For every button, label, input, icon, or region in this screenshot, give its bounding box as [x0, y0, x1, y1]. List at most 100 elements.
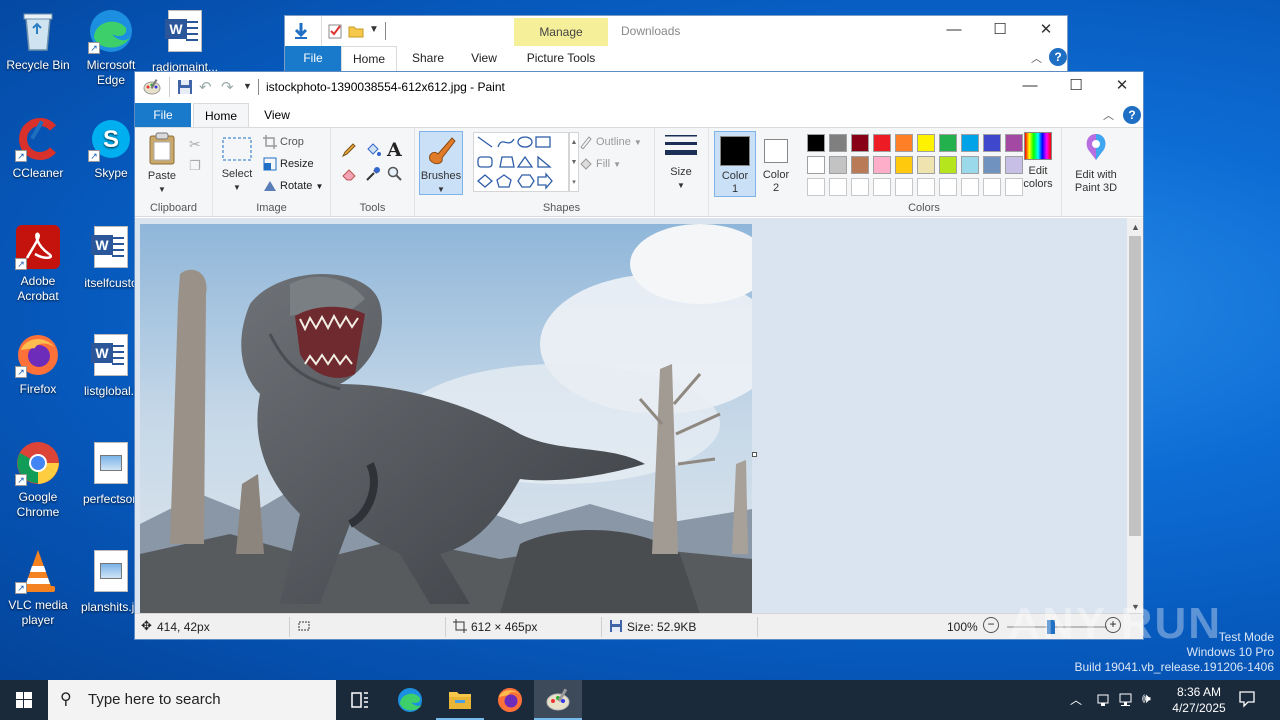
taskbar-clock[interactable]: 8:36 AM 4/27/2025: [1168, 684, 1230, 716]
taskbar-file-explorer[interactable]: [436, 680, 484, 720]
palette-color-swatch[interactable]: [895, 156, 913, 174]
start-button[interactable]: [0, 680, 48, 720]
custom-color-slot[interactable]: [873, 178, 891, 196]
palette-color-swatch[interactable]: [917, 134, 935, 152]
zoom-out-icon[interactable]: −: [983, 617, 999, 633]
pencil-icon[interactable]: [341, 142, 357, 161]
desktop-icon-google-chrome[interactable]: ↗ Google Chrome: [0, 440, 76, 520]
palette-color-swatch[interactable]: [873, 156, 891, 174]
customize-toolbar-chevron-icon[interactable]: ▼: [243, 81, 252, 91]
shapes-gallery[interactable]: [473, 132, 569, 192]
properties-check-icon[interactable]: [327, 23, 343, 42]
desktop-icon-vlc[interactable]: ↗ VLC media player: [0, 548, 76, 628]
resize-handle[interactable]: [752, 452, 757, 457]
taskbar-edge[interactable]: [386, 680, 434, 720]
explorer-minimize-button[interactable]: —: [931, 16, 977, 46]
network-icon[interactable]: [1118, 691, 1134, 710]
palette-color-swatch[interactable]: [851, 156, 869, 174]
edit-colors-button[interactable]: Edit colors: [1019, 132, 1057, 191]
palette-color-swatch[interactable]: [807, 134, 825, 152]
image-canvas[interactable]: [140, 224, 752, 614]
custom-color-slot[interactable]: [961, 178, 979, 196]
custom-color-slot[interactable]: [895, 178, 913, 196]
vertical-scrollbar[interactable]: ▲ ▼: [1127, 218, 1143, 614]
explorer-tab-share[interactable]: Share: [401, 46, 455, 72]
desktop-icon-firefox[interactable]: ↗ Firefox: [0, 332, 76, 397]
outline-button[interactable]: Outline ▼: [579, 132, 642, 152]
help-icon[interactable]: ?: [1123, 106, 1141, 124]
explorer-tab-picture-tools[interactable]: Picture Tools: [514, 46, 608, 72]
palette-color-swatch[interactable]: [983, 134, 1001, 152]
explorer-maximize-button[interactable]: ☐: [977, 16, 1023, 46]
palette-color-swatch[interactable]: [961, 156, 979, 174]
brushes-button[interactable]: Brushes ▼: [419, 131, 463, 195]
paint-minimize-button[interactable]: —: [1007, 72, 1053, 102]
fill-button[interactable]: Fill ▼: [579, 154, 621, 174]
properties-down-arrow-icon[interactable]: [293, 22, 309, 43]
custom-color-slot[interactable]: [983, 178, 1001, 196]
fill-bucket-icon[interactable]: [365, 142, 381, 161]
palette-color-swatch[interactable]: [829, 134, 847, 152]
customize-toolbar-chevron-icon[interactable]: ▼: [369, 24, 379, 35]
scroll-up-arrow-icon[interactable]: ▲: [1131, 222, 1140, 232]
shapes-gallery-scroll[interactable]: ▲ ▼ ▾: [569, 132, 579, 192]
palette-color-swatch[interactable]: [807, 156, 825, 174]
palette-color-swatch[interactable]: [917, 156, 935, 174]
task-view-button[interactable]: [336, 680, 384, 720]
action-center-icon[interactable]: [1238, 690, 1256, 711]
magnifier-icon[interactable]: [387, 166, 403, 185]
usb-device-icon[interactable]: [1096, 691, 1110, 710]
crop-button[interactable]: Crop: [263, 132, 304, 152]
paste-button[interactable]: Paste ▼: [141, 132, 183, 196]
custom-color-slot[interactable]: [917, 178, 935, 196]
resize-button[interactable]: Resize: [263, 154, 314, 174]
text-tool-icon[interactable]: A: [387, 139, 402, 161]
copy-icon[interactable]: ❐: [189, 158, 201, 174]
paint-tab-view[interactable]: View: [251, 103, 303, 127]
palette-color-swatch[interactable]: [939, 156, 957, 174]
select-button[interactable]: Select ▼: [219, 136, 255, 194]
custom-color-slot[interactable]: [939, 178, 957, 196]
color-picker-icon[interactable]: [365, 166, 381, 185]
taskbar-search-box[interactable]: ⚲ Type here to search: [48, 680, 336, 720]
save-icon[interactable]: [177, 79, 193, 98]
show-hidden-icons-chevron-icon[interactable]: ︿: [1070, 691, 1082, 708]
new-folder-icon[interactable]: [348, 23, 364, 42]
desktop-icon-ccleaner[interactable]: ↗ CCleaner: [0, 116, 76, 181]
palette-color-swatch[interactable]: [873, 134, 891, 152]
volume-icon[interactable]: 🕪: [1142, 690, 1151, 707]
rotate-button[interactable]: Rotate ▼: [263, 176, 323, 196]
color-2-button[interactable]: Color 2: [758, 131, 794, 197]
desktop-icon-radiomaint[interactable]: W radiomaint...: [147, 8, 223, 75]
taskbar-paint[interactable]: [534, 680, 582, 720]
paint-tab-home[interactable]: Home: [193, 103, 249, 127]
size-button[interactable]: Size ▼: [663, 132, 699, 192]
palette-color-swatch[interactable]: [895, 134, 913, 152]
canvas-area[interactable]: [135, 218, 1129, 614]
collapse-ribbon-chevron-icon[interactable]: ︿: [1031, 50, 1042, 66]
undo-icon[interactable]: ↶: [199, 78, 212, 96]
scrollbar-thumb[interactable]: [1129, 236, 1141, 536]
palette-color-swatch[interactable]: [961, 134, 979, 152]
palette-color-swatch[interactable]: [939, 134, 957, 152]
help-icon[interactable]: ?: [1049, 48, 1067, 66]
custom-color-slot[interactable]: [807, 178, 825, 196]
palette-color-swatch[interactable]: [851, 134, 869, 152]
taskbar-firefox[interactable]: [486, 680, 534, 720]
explorer-tab-view[interactable]: View: [457, 46, 511, 72]
redo-icon[interactable]: ↷: [221, 78, 234, 96]
explorer-tab-file[interactable]: File: [285, 46, 341, 72]
palette-color-swatch[interactable]: [983, 156, 1001, 174]
paint-close-button[interactable]: ✕: [1099, 72, 1145, 102]
color-1-button[interactable]: Color 1: [714, 131, 756, 197]
paint-tab-file[interactable]: File: [135, 103, 191, 127]
file-explorer-window[interactable]: ▼ Manage Downloads — ☐ ✕ File Home Share…: [284, 15, 1068, 75]
eraser-icon[interactable]: [341, 166, 357, 185]
edit-with-paint-3d-button[interactable]: Edit with Paint 3D: [1065, 132, 1127, 195]
paint-maximize-button[interactable]: ☐: [1053, 72, 1099, 102]
custom-color-slot[interactable]: [851, 178, 869, 196]
collapse-ribbon-chevron-icon[interactable]: ︿: [1103, 107, 1114, 123]
explorer-close-button[interactable]: ✕: [1023, 16, 1069, 46]
cut-icon[interactable]: ✂: [189, 136, 201, 153]
desktop-icon-adobe-acrobat[interactable]: ↗ Adobe Acrobat: [0, 224, 76, 304]
